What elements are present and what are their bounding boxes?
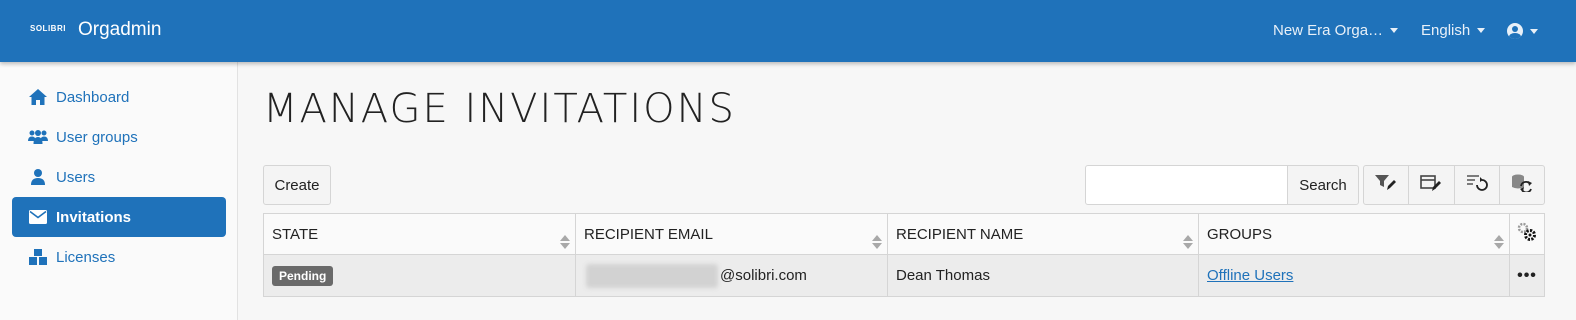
refresh-data-button[interactable] bbox=[1498, 166, 1544, 204]
language-dropdown[interactable]: English bbox=[1421, 22, 1486, 39]
filter-edit-button[interactable] bbox=[1364, 166, 1408, 204]
column-header-recipient-email[interactable]: RECIPIENT EMAIL bbox=[575, 214, 887, 254]
sidebar-item-label: Dashboard bbox=[56, 88, 130, 106]
column-settings-button[interactable] bbox=[1509, 214, 1544, 254]
chevron-down-icon bbox=[1477, 28, 1486, 33]
sidebar-item-invitations[interactable]: Invitations bbox=[12, 197, 226, 237]
filter-edit-icon bbox=[1375, 174, 1397, 197]
search-input[interactable] bbox=[1085, 165, 1288, 205]
groups-cell: Offline Users bbox=[1198, 255, 1509, 296]
state-cell: Pending bbox=[264, 255, 575, 296]
sidebar-item-users[interactable]: Users bbox=[12, 157, 226, 197]
gears-icon bbox=[1516, 221, 1538, 247]
sidebar-item-label: Users bbox=[56, 168, 96, 186]
recipient-name: Dean Thomas bbox=[896, 267, 990, 284]
name-cell: Dean Thomas bbox=[887, 255, 1198, 296]
chevron-down-icon bbox=[1530, 28, 1538, 34]
sidebar-item-label: Invitations bbox=[56, 208, 132, 226]
app-name[interactable]: Orgadmin bbox=[78, 19, 161, 41]
search-button[interactable]: Search bbox=[1287, 165, 1359, 205]
sidebar-item-user-groups[interactable]: User groups bbox=[12, 117, 226, 157]
envelope-icon bbox=[28, 208, 48, 226]
boxes-icon bbox=[28, 248, 48, 266]
column-header-label: GROUPS bbox=[1207, 225, 1273, 243]
reset-sort-icon bbox=[1466, 174, 1488, 197]
email-domain: @solibri.com bbox=[720, 267, 807, 284]
column-header-label: RECIPIENT NAME bbox=[896, 225, 1024, 243]
home-icon bbox=[28, 88, 48, 106]
page-title: MANAGE INVITATIONS bbox=[263, 86, 736, 132]
table-header-row: STATE RECIPIENT EMAIL RECIPIENT NAME GRO… bbox=[264, 214, 1544, 255]
solibri-logo[interactable]: SOLIBRI bbox=[30, 24, 66, 33]
user-icon bbox=[28, 168, 48, 186]
sidebar: Dashboard User groups Users Invitations … bbox=[0, 62, 238, 320]
column-header-label: STATE bbox=[272, 225, 319, 243]
email-cell: @solibri.com bbox=[575, 255, 887, 296]
column-header-state[interactable]: STATE bbox=[264, 214, 575, 254]
sidebar-item-licenses[interactable]: Licenses bbox=[12, 237, 226, 277]
organization-label: New Era Orga… bbox=[1273, 22, 1384, 39]
column-header-label: RECIPIENT EMAIL bbox=[584, 225, 713, 243]
column-header-recipient-name[interactable]: RECIPIENT NAME bbox=[887, 214, 1198, 254]
more-horizontal-icon: ••• bbox=[1517, 266, 1537, 284]
column-edit-button[interactable] bbox=[1408, 166, 1453, 204]
database-refresh-icon bbox=[1511, 174, 1533, 197]
chevron-down-icon bbox=[1390, 28, 1399, 33]
user-circle-icon bbox=[1507, 23, 1523, 39]
language-label: English bbox=[1421, 22, 1471, 39]
invitations-table: STATE RECIPIENT EMAIL RECIPIENT NAME GRO… bbox=[263, 213, 1545, 297]
row-actions-button[interactable]: ••• bbox=[1509, 255, 1544, 296]
sidebar-item-label: User groups bbox=[56, 128, 138, 146]
status-badge: Pending bbox=[272, 265, 334, 286]
account-dropdown[interactable] bbox=[1507, 23, 1538, 39]
top-navbar: SOLIBRI Orgadmin New Era Orga… English bbox=[0, 0, 1576, 62]
group-link[interactable]: Offline Users bbox=[1207, 267, 1293, 284]
column-edit-icon bbox=[1420, 174, 1442, 197]
organization-dropdown[interactable]: New Era Orga… bbox=[1273, 22, 1399, 39]
column-header-groups[interactable]: GROUPS bbox=[1198, 214, 1509, 254]
table-row: Pending @solibri.com Dean Thomas Offline… bbox=[264, 255, 1544, 296]
table-toolbar bbox=[1363, 165, 1545, 205]
redacted-email-local-part bbox=[586, 263, 718, 288]
users-icon bbox=[28, 128, 48, 146]
sidebar-item-dashboard[interactable]: Dashboard bbox=[12, 77, 226, 117]
create-button[interactable]: Create bbox=[263, 165, 331, 205]
reset-sort-button[interactable] bbox=[1453, 166, 1499, 204]
sidebar-item-label: Licenses bbox=[56, 248, 116, 266]
